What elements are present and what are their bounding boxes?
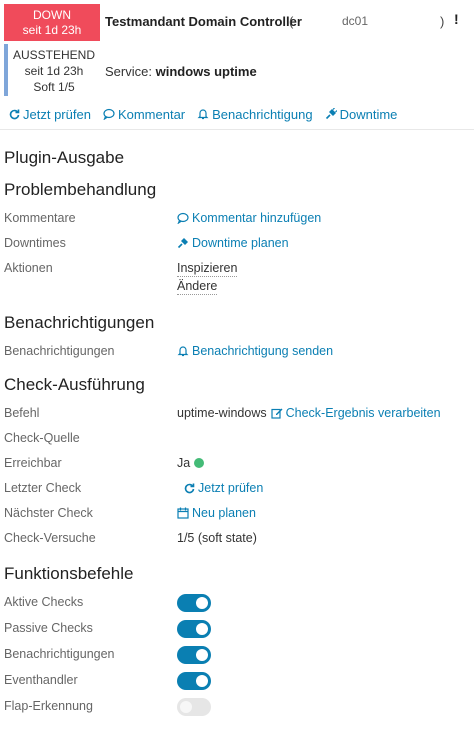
notifications-heading: Benachrichtigungen xyxy=(4,313,155,332)
check-source-label: Check-Quelle xyxy=(4,431,80,445)
comment-label: Kommentar xyxy=(117,106,186,122)
host-address: dc01 xyxy=(342,14,369,28)
add-comment-label: Kommentar hinzufügen xyxy=(192,211,322,225)
host-flag: ! xyxy=(454,11,459,27)
host-title[interactable]: Testmandant Domain Controller xyxy=(105,14,302,29)
feature-label-passive-checks: Passive Checks xyxy=(4,621,93,635)
add-comment-link[interactable]: Kommentar hinzufügen xyxy=(177,211,321,225)
toggle-active-checks[interactable] xyxy=(177,594,211,612)
modify-link[interactable]: Ändere xyxy=(177,279,218,295)
bell-icon xyxy=(197,109,209,120)
command-label: Befehl xyxy=(4,406,40,420)
plug-icon xyxy=(325,108,337,120)
schedule-downtime-label: Downtime planen xyxy=(192,236,289,250)
toggle-passive-checks[interactable] xyxy=(177,620,211,638)
notification-label: Benachrichtigung xyxy=(212,106,313,122)
service-soft-state: Soft 1/5 xyxy=(33,80,75,94)
check-now-link[interactable]: Jetzt prüfen xyxy=(183,481,263,495)
toggle-knob xyxy=(180,701,192,713)
next-check-label: Nächster Check xyxy=(4,506,93,520)
reschedule-link[interactable]: Neu planen xyxy=(177,506,256,520)
reachable-label: Erreichbar xyxy=(4,456,62,470)
downtime-label: Downtime xyxy=(339,106,398,122)
service-name: windows uptime xyxy=(155,64,257,79)
process-check-result-link[interactable]: Check-Ergebnis verarbeiten xyxy=(271,406,441,420)
host-state-since: seit 1d 23h xyxy=(22,23,82,37)
host-state-badge: DOWN seit 1d 23h xyxy=(4,4,100,41)
service-state-badge: AUSSTEHEND seit 1d 23h Soft 1/5 xyxy=(4,44,100,96)
actions-label: Aktionen xyxy=(4,261,53,275)
notification-action[interactable]: Benachrichtigung xyxy=(197,106,313,122)
reachable-value: Ja xyxy=(177,456,191,470)
toggle-flap-detection[interactable] xyxy=(177,698,211,716)
check-now-action[interactable]: Jetzt prüfen xyxy=(8,106,91,122)
host-paren-open: ( xyxy=(289,14,294,29)
service-title: Service: windows uptime xyxy=(105,64,257,79)
feature-label-eventhandler: Eventhandler xyxy=(4,673,78,687)
notifications-label: Benachrichtigungen xyxy=(4,344,115,358)
send-notification-label: Benachrichtigung senden xyxy=(192,344,334,358)
bell-icon xyxy=(177,346,189,357)
reachable-value-row: Ja xyxy=(177,456,205,470)
toggle-eventhandler[interactable] xyxy=(177,672,211,690)
downtime-action[interactable]: Downtime xyxy=(325,106,398,122)
check-now-link-label: Jetzt prüfen xyxy=(198,481,264,495)
toggle-knob xyxy=(196,623,208,635)
service-prefix: Service: xyxy=(105,64,152,79)
downtimes-label: Downtimes xyxy=(4,236,66,250)
process-check-result-label: Check-Ergebnis verarbeiten xyxy=(285,406,441,420)
service-state-label: AUSSTEHEND xyxy=(12,48,95,62)
toggle-knob xyxy=(196,597,208,609)
toggle-knob xyxy=(196,675,208,687)
plug-icon xyxy=(177,238,188,249)
host-state-label: DOWN xyxy=(33,8,71,22)
check-now-label: Jetzt prüfen xyxy=(23,106,91,122)
comment-action[interactable]: Kommentar xyxy=(103,106,185,122)
reschedule-label: Neu planen xyxy=(192,506,256,520)
refresh-icon xyxy=(9,109,20,120)
feature-label-flap-detection: Flap-Erkennung xyxy=(4,699,93,713)
refresh-icon xyxy=(184,483,195,494)
feature-label-active-checks: Aktive Checks xyxy=(4,595,84,609)
host-paren-close: ) xyxy=(440,14,445,29)
command-row: uptime-windows Check-Ergebnis verarbeite… xyxy=(177,406,441,420)
plugin-output-heading: Plugin-Ausgabe xyxy=(4,148,125,167)
reachable-status-dot xyxy=(194,458,205,468)
toggle-knob xyxy=(196,649,208,661)
feature-commands-heading: Funktionsbefehle xyxy=(4,564,134,583)
check-attempts-label: Check-Versuche xyxy=(4,531,96,545)
host-header: DOWN seit 1d 23h Testmandant Domain Cont… xyxy=(0,0,474,41)
calendar-icon xyxy=(177,507,189,519)
check-attempts-value: 1/5 (soft state) xyxy=(177,531,257,545)
problem-handling-heading: Problembehandlung xyxy=(4,180,157,199)
toggle-notifications[interactable] xyxy=(177,646,211,664)
schedule-downtime-link[interactable]: Downtime planen xyxy=(177,236,289,250)
service-state-since: seit 1d 23h xyxy=(24,64,84,78)
comment-icon xyxy=(103,108,115,120)
header-divider xyxy=(0,129,474,130)
inspect-link[interactable]: Inspizieren xyxy=(177,261,238,277)
last-check-label: Letzter Check xyxy=(4,481,82,495)
comment-icon xyxy=(177,212,189,224)
edit-icon xyxy=(271,408,283,419)
action-bar: Jetzt prüfen Kommentar Benachrichtigung … xyxy=(8,106,409,122)
feature-label-notifications: Benachrichtigungen xyxy=(4,647,115,661)
command-value: uptime-windows xyxy=(177,406,267,420)
send-notification-link[interactable]: Benachrichtigung senden xyxy=(177,344,333,358)
check-execution-heading: Check-Ausführung xyxy=(4,375,145,394)
comments-label: Kommentare xyxy=(4,211,76,225)
